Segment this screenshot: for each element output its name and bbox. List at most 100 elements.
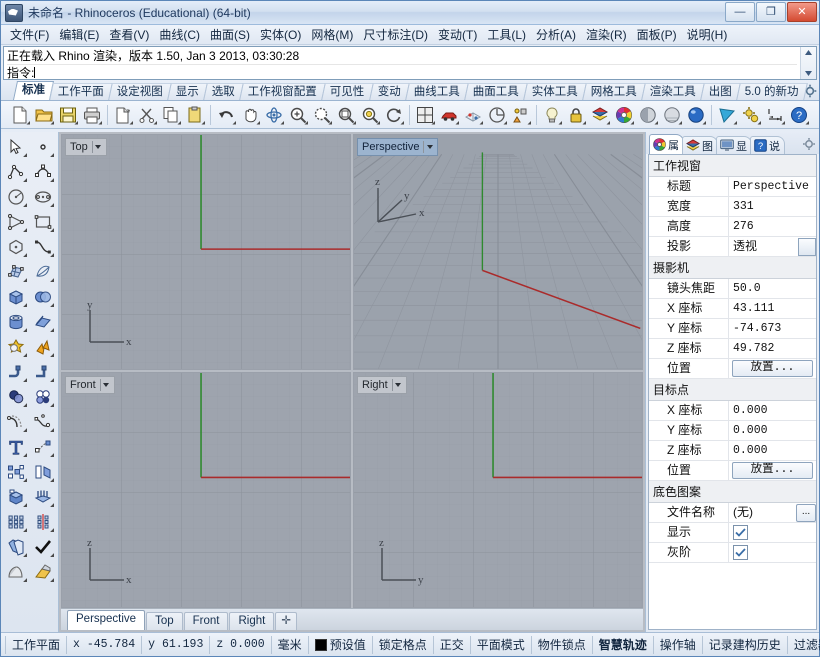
rendered-sphere-icon[interactable] xyxy=(685,104,707,126)
viewport-tab-perspective[interactable]: Perspective xyxy=(67,610,145,630)
group-icon[interactable] xyxy=(3,460,29,484)
property-value[interactable]: 276 xyxy=(729,217,816,236)
copy-icon[interactable] xyxy=(160,104,182,126)
status-toggle-4[interactable]: 智慧轨迹 xyxy=(593,636,654,654)
status-layer[interactable]: 预设值 xyxy=(309,636,373,654)
status-toggle-3[interactable]: 物件锁点 xyxy=(532,636,593,654)
property-value[interactable]: 0.000 xyxy=(729,421,816,440)
four-viewports-icon[interactable] xyxy=(414,104,436,126)
viewport-tab-top[interactable]: Top xyxy=(146,612,183,630)
zoom-selected-icon[interactable] xyxy=(359,104,381,126)
menu-file[interactable]: 文件(F) xyxy=(5,24,54,45)
angle-analysis-icon[interactable] xyxy=(486,104,508,126)
rotate-view-icon[interactable] xyxy=(263,104,285,126)
panel-tab-3[interactable]: ?说 xyxy=(750,136,785,154)
zoom-previous-icon[interactable] xyxy=(383,104,405,126)
toolbar-tab-0[interactable]: 标准 xyxy=(13,81,54,100)
property-value[interactable]: 透视 xyxy=(729,237,816,256)
command-prompt-row[interactable]: 指令: xyxy=(7,65,797,81)
fillet-edge-icon[interactable] xyxy=(3,360,29,384)
property-value[interactable]: 49.782 xyxy=(729,339,816,358)
viewport-title-front[interactable]: Front xyxy=(65,376,115,394)
property-value[interactable]: 0.000 xyxy=(729,401,816,420)
viewport-menu-chevron-down-icon[interactable] xyxy=(92,141,104,153)
menu-dimension[interactable]: 尺寸标注(D) xyxy=(358,24,433,45)
viewport-tab-front[interactable]: Front xyxy=(184,612,229,630)
minimize-button[interactable]: — xyxy=(725,2,755,22)
status-toggle-7[interactable]: 过滤器 xyxy=(788,636,820,654)
property-checkbox[interactable] xyxy=(733,525,748,540)
solid-tools-icon[interactable] xyxy=(3,485,29,509)
panel-tab-2[interactable]: 显 xyxy=(716,136,752,154)
toolbar-tab-7[interactable]: 变动 xyxy=(369,83,410,100)
panel-options-gear-icon[interactable] xyxy=(802,137,816,151)
chamfer-edge-icon[interactable] xyxy=(30,360,56,384)
close-button[interactable]: ✕ xyxy=(787,2,817,22)
viewport-menu-chevron-down-icon[interactable] xyxy=(100,379,112,391)
scroll-down-arrow[interactable] xyxy=(801,68,816,79)
cylinder-icon[interactable] xyxy=(3,310,29,334)
viewport-right[interactable]: zyRight xyxy=(353,372,643,608)
object-snap-icon[interactable] xyxy=(510,104,532,126)
loft-icon[interactable] xyxy=(30,485,56,509)
curve-interpolate-icon[interactable] xyxy=(30,235,56,259)
browse-file-button[interactable]: ... xyxy=(796,504,816,522)
car-render-icon[interactable] xyxy=(438,104,460,126)
color-wheel-icon[interactable] xyxy=(613,104,635,126)
place-camera-button[interactable]: 放置... xyxy=(732,462,813,479)
paste-icon[interactable] xyxy=(184,104,206,126)
add-viewport-button[interactable]: ✛ xyxy=(275,612,297,630)
viewport-title-perspective[interactable]: Perspective xyxy=(357,138,438,156)
menu-solid[interactable]: 实体(O) xyxy=(255,24,306,45)
toolbar-tab-8[interactable]: 曲线工具 xyxy=(405,83,469,100)
place-camera-button[interactable]: 放置... xyxy=(732,360,813,377)
shaded-sphere-icon[interactable] xyxy=(637,104,659,126)
pan-hand-icon[interactable] xyxy=(239,104,261,126)
polyline-icon[interactable] xyxy=(3,160,29,184)
copy-object-icon[interactable] xyxy=(3,535,29,559)
viewport-perspective[interactable]: zyxPerspective xyxy=(353,134,643,370)
ellipse-icon[interactable] xyxy=(30,185,56,209)
light-bulb-icon[interactable] xyxy=(541,104,563,126)
viewport-top[interactable]: yxTop xyxy=(61,134,351,370)
control-point-curve-icon[interactable] xyxy=(30,160,56,184)
undo-icon[interactable] xyxy=(215,104,237,126)
check-ok-icon[interactable] xyxy=(30,535,56,559)
hexagon-icon[interactable] xyxy=(3,235,29,259)
scissors-cut-icon[interactable] xyxy=(136,104,158,126)
array-polar-icon[interactable] xyxy=(30,510,56,534)
array-icon[interactable] xyxy=(3,510,29,534)
menu-help[interactable]: 说明(H) xyxy=(682,24,733,45)
status-toggle-6[interactable]: 记录建构历史 xyxy=(703,636,788,654)
menu-curve[interactable]: 曲线(C) xyxy=(154,24,205,45)
toolbar-tab-11[interactable]: 网格工具 xyxy=(582,83,646,100)
viewport-menu-chevron-down-icon[interactable] xyxy=(392,379,404,391)
property-value[interactable]: Perspective xyxy=(729,177,816,196)
status-toggle-2[interactable]: 平面模式 xyxy=(471,636,532,654)
surface-sweep-icon[interactable] xyxy=(30,260,56,284)
print-icon[interactable] xyxy=(81,104,103,126)
viewport-title-right[interactable]: Right xyxy=(357,376,407,394)
shaded-mesh-icon[interactable] xyxy=(462,104,484,126)
toolbar-tab-10[interactable]: 实体工具 xyxy=(523,83,587,100)
property-value[interactable]: 43.111 xyxy=(729,299,816,318)
offset-curve-icon[interactable] xyxy=(3,410,29,434)
save-icon[interactable] xyxy=(57,104,79,126)
panel-tab-0[interactable]: 属 xyxy=(649,134,684,154)
surface-control-points-icon[interactable] xyxy=(3,260,29,284)
menu-transform[interactable]: 变动(T) xyxy=(433,24,482,45)
viewport-front[interactable]: zxFront xyxy=(61,372,351,608)
menu-tools[interactable]: 工具(L) xyxy=(482,24,531,45)
toolbar-tab-14[interactable]: 5.0 的新功 xyxy=(736,83,807,100)
toolbar-tab-1[interactable]: 工作平面 xyxy=(49,83,113,100)
property-checkbox[interactable] xyxy=(733,545,748,560)
select-arrow-icon[interactable] xyxy=(3,135,29,159)
toolbar-tab-3[interactable]: 显示 xyxy=(167,83,208,100)
menu-view[interactable]: 查看(V) xyxy=(104,24,154,45)
zoom-window-icon[interactable] xyxy=(311,104,333,126)
toolbar-tab-6[interactable]: 可见性 xyxy=(321,83,373,100)
maximize-button[interactable]: ❐ xyxy=(756,2,786,22)
open-folder-icon[interactable] xyxy=(33,104,55,126)
sphere-boolean-icon[interactable] xyxy=(30,285,56,309)
property-value[interactable]: 331 xyxy=(729,197,816,216)
